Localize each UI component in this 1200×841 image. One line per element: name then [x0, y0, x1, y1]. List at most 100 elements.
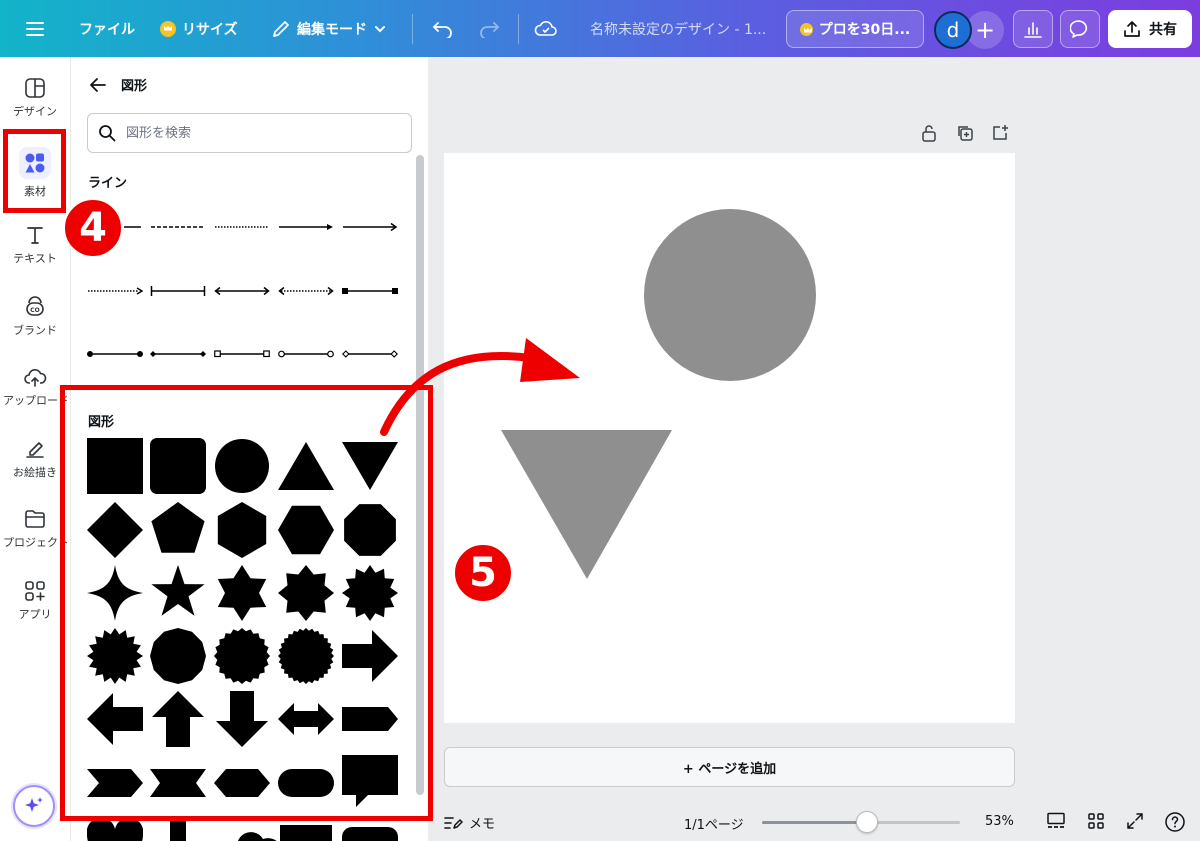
hamburger-icon	[26, 21, 44, 36]
drag-arrow	[380, 338, 580, 436]
plus-icon: +	[974, 16, 996, 44]
step-badge-5: 5	[452, 542, 514, 604]
lines-heading: ライン	[88, 176, 128, 191]
rail-item-text[interactable]: テキスト	[0, 213, 70, 277]
page-indicator[interactable]: 1/1ページ	[684, 814, 744, 833]
text-icon	[27, 227, 43, 244]
share-label: 共有	[1149, 22, 1177, 38]
line-dashed[interactable]	[150, 217, 206, 237]
line-bar-ends[interactable]	[150, 281, 206, 301]
rail-item-label: ブランド	[13, 324, 57, 337]
toolbar-divider	[518, 14, 519, 44]
help-icon	[1165, 812, 1185, 832]
redo-button[interactable]	[478, 0, 500, 57]
line-arrow-open[interactable]	[342, 217, 398, 237]
zoom-slider-fill	[762, 821, 867, 824]
line-circle-ends[interactable]	[87, 344, 143, 364]
canvas-circle-shape[interactable]	[644, 209, 816, 381]
resize-button[interactable]: リサイズ	[160, 0, 238, 57]
grid-view-button[interactable]	[1087, 812, 1105, 830]
avatar[interactable]: d	[934, 11, 972, 49]
line-open-circle-ends[interactable]	[278, 344, 334, 364]
add-page-button[interactable]: + ページを追加	[444, 747, 1015, 787]
shape-search-box[interactable]	[87, 113, 412, 153]
lock-icon	[922, 125, 936, 142]
apps-icon	[25, 581, 45, 601]
insights-button[interactable]	[1013, 10, 1053, 48]
line-diamond-ends[interactable]	[150, 344, 206, 364]
bar-chart-icon	[1024, 22, 1042, 38]
rail-item-label: デザイン	[13, 105, 57, 118]
layout-icon	[25, 78, 45, 98]
cloud-check-icon	[534, 20, 557, 36]
line-dotted[interactable]	[214, 217, 270, 237]
lock-page-button[interactable]	[918, 122, 940, 144]
notes-icon	[444, 816, 463, 829]
cloud-shape[interactable]	[225, 821, 281, 841]
crown-icon	[799, 22, 813, 36]
pencil-icon	[273, 20, 289, 37]
comment-button[interactable]	[1060, 10, 1100, 48]
step-badge-4: 4	[62, 197, 124, 259]
line-dotted-double-arrow[interactable]	[278, 281, 334, 301]
rectangle-shape[interactable]	[278, 821, 334, 841]
panel-header: 図形	[89, 75, 147, 94]
duplicate-icon	[958, 126, 973, 141]
try-pro-button[interactable]: プロを30日...	[786, 10, 924, 48]
line-double-arrow[interactable]	[214, 281, 270, 301]
magic-assistant-button[interactable]	[13, 785, 55, 827]
search-input[interactable]	[126, 125, 396, 141]
expand-icon	[1127, 813, 1143, 829]
canvas-triangle-shape[interactable]	[501, 430, 672, 579]
rail-item-label: お絵描き	[13, 466, 57, 479]
notes-label: メモ	[469, 817, 496, 832]
document-title[interactable]: 名称未設定のデザイン - 1...	[590, 0, 766, 57]
share-button[interactable]: 共有	[1108, 10, 1192, 48]
draw-icon	[26, 442, 44, 458]
undo-button[interactable]	[432, 0, 454, 57]
rail-item-design[interactable]: デザイン	[0, 66, 70, 130]
menu-button[interactable]	[26, 0, 44, 57]
rail-item-label: プロジェクト	[3, 536, 67, 549]
document-title-text: 名称未設定のデザイン - 1...	[590, 21, 767, 38]
rail-item-label: アップロード	[3, 394, 67, 407]
add-page-icon	[993, 125, 1008, 140]
add-page-icon-button[interactable]	[989, 122, 1011, 144]
line-arrow[interactable]	[278, 217, 334, 237]
rail-item-label: アプリ	[18, 608, 52, 621]
zoom-slider-thumb[interactable]	[855, 811, 878, 833]
file-menu-button[interactable]: ファイル	[79, 0, 135, 57]
line-open-square-ends[interactable]	[214, 344, 270, 364]
upload-cloud-icon	[24, 369, 47, 387]
page-view-button[interactable]	[1046, 812, 1066, 830]
brand-icon: CO	[26, 296, 44, 316]
redo-icon	[480, 21, 500, 38]
cross-shape[interactable]	[150, 821, 206, 841]
highlight-box-elements	[3, 129, 66, 213]
zoom-percentage[interactable]: 53%	[985, 814, 1014, 829]
fullscreen-button[interactable]	[1126, 812, 1144, 830]
highlight-box-shapes	[60, 385, 433, 821]
notes-button[interactable]: メモ	[443, 813, 495, 832]
help-button[interactable]	[1164, 811, 1186, 833]
cloud-sync-status[interactable]	[534, 0, 558, 57]
edit-mode-dropdown[interactable]: 編集モード	[271, 0, 387, 57]
line-square-ends[interactable]	[342, 281, 398, 301]
undo-icon	[432, 21, 452, 38]
try-pro-label: プロを30日...	[818, 22, 911, 38]
crown-icon	[160, 20, 176, 37]
resize-label: リサイズ	[182, 21, 238, 38]
rounded-rect-shape[interactable]	[342, 821, 398, 841]
svg-text:CO: CO	[30, 307, 40, 314]
duplicate-page-button[interactable]	[954, 122, 976, 144]
panel-title: 図形	[121, 79, 148, 94]
rail-item-label: テキスト	[13, 252, 57, 265]
back-arrow-icon[interactable]	[89, 77, 107, 93]
folder-icon	[25, 510, 45, 528]
grid-view-icon	[1088, 813, 1104, 829]
rail-item-brand[interactable]: CO ブランド	[0, 285, 70, 349]
comment-icon	[1070, 20, 1088, 38]
line-dotted-arrow[interactable]	[87, 281, 143, 301]
file-menu-label: ファイル	[79, 21, 135, 38]
heart-shape[interactable]	[87, 821, 143, 841]
